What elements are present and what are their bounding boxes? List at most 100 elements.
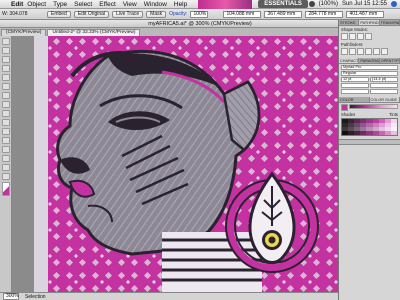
tab-character[interactable]: CHARACTER — [339, 58, 360, 63]
shape-mode-buttons — [339, 33, 400, 40]
panel-footer — [339, 139, 400, 145]
status-selection-label[interactable]: Selection — [25, 294, 46, 300]
magic-wand-tool-icon[interactable] — [1, 56, 10, 63]
warp-tool-icon[interactable] — [1, 137, 10, 144]
merge-icon[interactable] — [357, 48, 364, 55]
minus-front-icon[interactable] — [349, 33, 356, 40]
kerning-field[interactable] — [341, 83, 369, 88]
clock[interactable]: Sun Jul 15 12:55 — [342, 1, 387, 7]
scale-row — [339, 89, 400, 94]
menu-object[interactable]: Object — [27, 1, 46, 8]
menu-bar: Edit Object Type Select Effect View Wind… — [0, 0, 400, 9]
african-mask-artwork[interactable] — [12, 36, 338, 292]
minus-back-icon[interactable] — [381, 48, 388, 55]
character-tabs: CHARACTER PARAGRAPH OPENTYPE — [339, 58, 400, 64]
hand-tool-icon[interactable] — [1, 164, 10, 171]
tools-panel — [0, 36, 12, 292]
exclude-icon[interactable] — [365, 33, 372, 40]
h-field[interactable]: 401.487 mm — [346, 10, 385, 18]
edit-original-button[interactable]: Edit Original — [73, 10, 110, 18]
pathfinder-buttons — [339, 48, 400, 55]
base-color-swatch[interactable] — [341, 104, 348, 111]
menu-view[interactable]: View — [123, 1, 137, 8]
workspace-switcher[interactable]: ESSENTIALS — [258, 0, 308, 8]
tab-transparency[interactable]: TRANSPARENCY — [380, 20, 400, 25]
shades-label: Shades — [341, 112, 356, 117]
tab-paragraph[interactable]: PARAGRAPH — [359, 58, 380, 63]
menu-type[interactable]: Type — [53, 1, 67, 8]
zoom-field[interactable]: 300% — [3, 293, 19, 300]
scale-tool-icon[interactable] — [1, 128, 10, 135]
vertical-scale-field[interactable] — [341, 89, 369, 94]
line-tool-icon[interactable] — [1, 83, 10, 90]
control-bar: W: 304.078 Embed Edit Original Live Trac… — [0, 9, 400, 20]
menu-select[interactable]: Select — [74, 1, 92, 8]
artboard-canvas[interactable] — [12, 36, 338, 292]
system-tray: (100%) Sun Jul 15 12:55 — [308, 1, 400, 7]
color-guide-harmony — [339, 104, 400, 111]
tab-cmyk-preview[interactable]: (CMYK/Preview) — [1, 29, 47, 36]
type-tool-icon[interactable] — [1, 74, 10, 81]
color-tabs: COLOR COLOR GUIDE — [339, 97, 400, 103]
font-style-field[interactable]: Regular — [341, 71, 398, 76]
status-bar: 300% Selection — [0, 292, 338, 300]
tab-opentype[interactable]: OPENTYPE — [380, 58, 400, 63]
leading-field[interactable]: (14.4 pt) — [370, 77, 398, 82]
crop-icon[interactable] — [365, 48, 372, 55]
pencil-tool-icon[interactable] — [1, 110, 10, 117]
divide-icon[interactable] — [341, 48, 348, 55]
mask-button[interactable]: Mask — [146, 10, 167, 18]
intersect-icon[interactable] — [357, 33, 364, 40]
battery-status[interactable]: (100%) — [319, 1, 338, 7]
w-field[interactable]: 284.778 mm — [305, 10, 344, 18]
color-swatch[interactable] — [390, 131, 397, 135]
gradient-tool-icon[interactable] — [1, 146, 10, 153]
menu-edit[interactable]: Edit — [11, 1, 23, 8]
size-leading-row: 12 pt (14.4 pt) — [339, 77, 400, 82]
outline-icon[interactable] — [373, 48, 380, 55]
image-size-field: W: 304.078 — [2, 11, 28, 17]
apple-menu-icon[interactable] — [1, 0, 9, 8]
color-guide-swatches[interactable] — [341, 118, 398, 136]
x-field[interactable]: 104.088 mm — [223, 10, 262, 18]
tab-untitled-2[interactable]: Untitled-2* @ 33.33% (CMYK/Preview) — [47, 29, 141, 36]
unite-icon[interactable] — [341, 33, 348, 40]
spotlight-icon[interactable] — [391, 1, 397, 7]
rotate-tool-icon[interactable] — [1, 119, 10, 126]
pen-tool-icon[interactable] — [1, 65, 10, 72]
opacity-label[interactable]: Opacity: — [169, 11, 187, 17]
tab-color[interactable]: COLOR — [339, 97, 370, 102]
font-family-field[interactable]: Myriad Pro — [341, 65, 398, 70]
y-field[interactable]: 367.489 mm — [264, 10, 303, 18]
tints-label: Tints — [389, 112, 398, 117]
rectangle-tool-icon[interactable] — [1, 92, 10, 99]
shades-tints-labels: Shades Tints — [339, 112, 400, 117]
embed-button[interactable]: Embed — [47, 10, 71, 18]
pathfinders-label: Pathfinders: — [341, 42, 364, 47]
kerning-row — [339, 83, 400, 88]
selection-tool-icon[interactable] — [1, 38, 10, 45]
document-tabs: (CMYK/Preview) Untitled-2* @ 33.33% (CMY… — [0, 28, 338, 36]
eyedropper-tool-icon[interactable] — [1, 155, 10, 162]
horizontal-scale-field[interactable] — [370, 89, 398, 94]
menu-window[interactable]: Window — [144, 1, 167, 8]
trim-icon[interactable] — [349, 48, 356, 55]
wifi-icon[interactable] — [308, 1, 315, 7]
fill-stroke-swatch-icon[interactable] — [1, 182, 10, 196]
harmony-bar[interactable] — [349, 104, 398, 109]
panels-dock: STROKE PATHFINDER TRANSPARENCY Shape Mod… — [338, 20, 400, 300]
tab-pathfinder[interactable]: PATHFINDER — [359, 20, 380, 25]
tab-color-guide[interactable]: COLOR GUIDE — [369, 97, 400, 102]
zoom-tool-icon[interactable] — [1, 173, 10, 180]
opacity-field[interactable]: 100% — [190, 10, 209, 18]
menu-effect[interactable]: Effect — [99, 1, 116, 8]
shape-modes-label: Shape Modes: — [341, 27, 369, 32]
tab-stroke[interactable]: STROKE — [339, 20, 360, 25]
brush-tool-icon[interactable] — [1, 101, 10, 108]
tracking-field[interactable] — [370, 83, 398, 88]
menu-help[interactable]: Help — [174, 1, 187, 8]
live-trace-button[interactable]: Live Trace — [112, 10, 144, 18]
brand-banner-icon — [198, 0, 253, 9]
direct-selection-tool-icon[interactable] — [1, 47, 10, 54]
font-size-field[interactable]: 12 pt — [341, 77, 369, 82]
